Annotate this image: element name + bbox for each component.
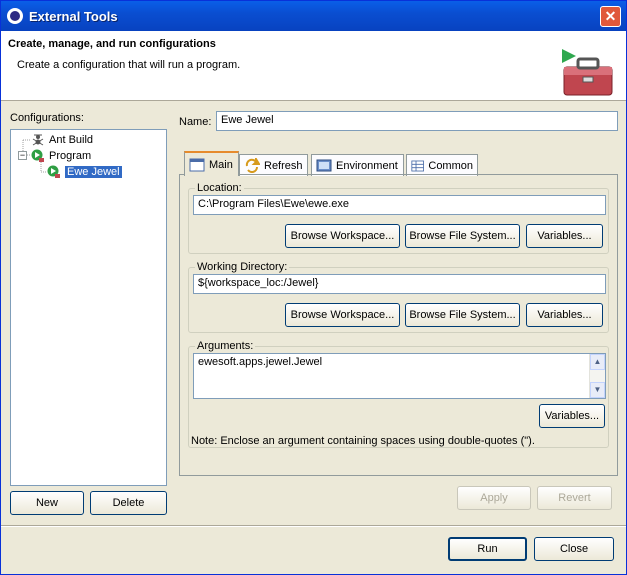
toolbox-icon [562,49,613,96]
new-button[interactable]: New [10,491,84,515]
refresh-icon [245,157,260,173]
tree-item-program[interactable]: Program [31,148,91,164]
program-expander[interactable]: − [18,151,27,160]
tree-item-label: Ant Build [49,134,94,146]
close-button[interactable]: Close [534,537,614,561]
banner-description: Create a configuration that will run a p… [17,59,241,71]
arguments-variables-button[interactable]: Variables... [539,404,605,428]
apply-button[interactable]: Apply [457,486,531,510]
arguments-note: Note: Enclose an argument containing spa… [191,435,535,447]
footer-separator [1,525,626,527]
location-field[interactable]: C:\Program Files\Ewe\ewe.exe [193,195,606,215]
tab-label: Environment [336,159,398,172]
tab-label: Common [428,159,473,172]
arguments-text: ewesoft.apps.jewel.Jewel [198,356,323,368]
working-directory-label: Working Directory: [195,261,290,273]
arguments-textarea[interactable]: ewesoft.apps.jewel.Jewel ▲ ▼ [193,353,606,399]
window-title: External Tools [29,8,118,24]
configurations-label: Configurations: [10,112,84,124]
working-directory-variables-button[interactable]: Variables... [526,303,603,327]
tab-label: Refresh [264,159,303,172]
tab-common[interactable]: Common [406,154,478,176]
ant-build-icon [32,134,44,146]
configurations-tree[interactable]: Ant Build − Program Ewe Jewel [10,129,167,486]
working-directory-field[interactable]: ${workspace_loc:/Jewel} [193,274,606,294]
location-browse-workspace-button[interactable]: Browse Workspace... [285,224,400,248]
eclipse-icon [7,8,23,24]
delete-button[interactable]: Delete [90,491,167,515]
environment-icon [316,159,332,171]
close-window-button[interactable]: ✕ [600,6,621,27]
scroll-up-arrow-icon[interactable]: ▲ [590,354,605,370]
program-icon [31,149,44,162]
tree-item-label: Program [49,150,92,162]
tree-item-label: Ewe Jewel [65,166,122,178]
tree-item-ant-build[interactable]: Ant Build [31,132,93,148]
location-label: Location: [195,182,244,194]
revert-button[interactable]: Revert [537,486,612,510]
tab-main[interactable]: Main [184,151,239,176]
arguments-label: Arguments: [195,340,256,352]
program-config-icon [47,165,60,178]
tab-refresh[interactable]: Refresh [239,154,308,176]
banner-heading: Create, manage, and run configurations [8,38,216,50]
arguments-scrollbar[interactable]: ▲ ▼ [589,354,605,398]
tree-item-ewe-jewel[interactable]: Ewe Jewel [47,164,122,180]
scroll-down-arrow-icon[interactable]: ▼ [590,382,605,398]
common-icon [411,160,424,171]
location-variables-button[interactable]: Variables... [526,224,603,248]
name-field[interactable]: Ewe Jewel [216,111,618,131]
location-browse-file-system-button[interactable]: Browse File System... [405,224,520,248]
main-tab-icon [189,158,205,171]
tab-label: Main [209,158,233,171]
title-bar[interactable]: External Tools ✕ [1,1,626,31]
working-directory-browse-workspace-button[interactable]: Browse Workspace... [285,303,400,327]
run-button[interactable]: Run [448,537,527,561]
tab-environment[interactable]: Environment [311,154,404,176]
name-label: Name: [179,116,212,128]
header-banner: Create, manage, and run configurations C… [1,31,626,101]
external-tools-dialog: External Tools ✕ Create, manage, and run… [0,0,627,575]
working-directory-browse-file-system-button[interactable]: Browse File System... [405,303,520,327]
